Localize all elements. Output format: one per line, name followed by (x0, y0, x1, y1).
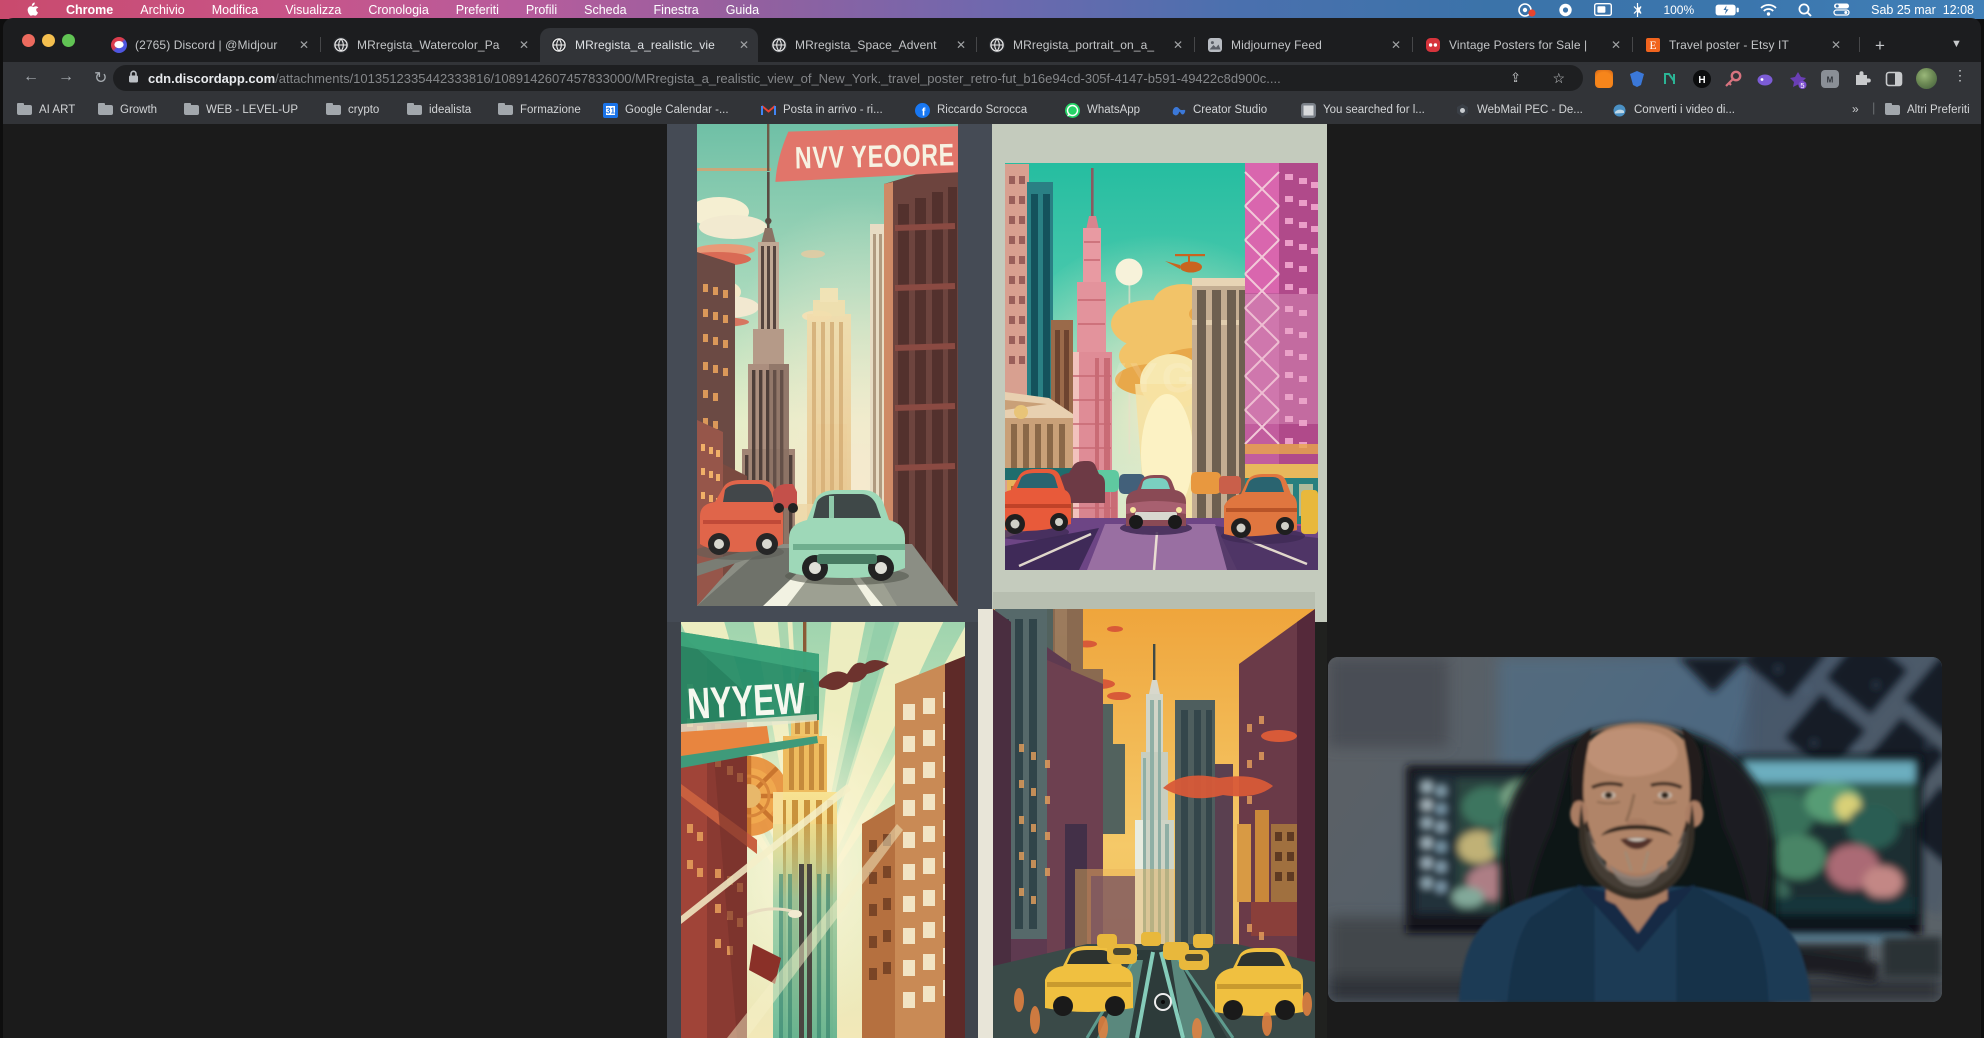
svg-text:E: E (1649, 40, 1656, 52)
svg-text:31: 31 (606, 106, 615, 115)
svg-text:M: M (1827, 76, 1834, 85)
svg-text:H: H (1698, 75, 1705, 86)
svg-text:NVV YEOORE: NVV YEOORE (795, 137, 956, 175)
svg-text:5: 5 (1800, 81, 1804, 90)
svg-text:f: f (922, 106, 926, 117)
